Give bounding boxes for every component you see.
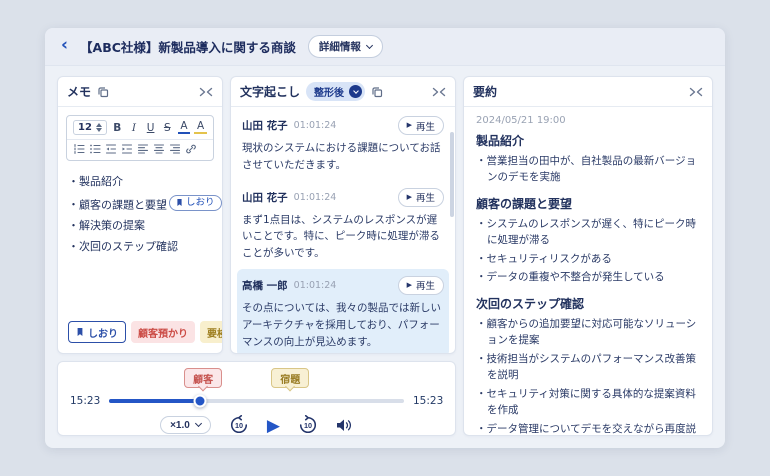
scrollbar[interactable] [450, 132, 454, 217]
copy-icon[interactable] [371, 86, 383, 98]
badge-chevron-circle [349, 85, 363, 98]
forward-10-button[interactable]: 10 [298, 415, 318, 435]
bullet-list-icon[interactable] [89, 143, 101, 155]
bookmark-chip[interactable]: しおり [169, 194, 222, 211]
summary-bullet: セキュリティリスクがある [476, 251, 700, 267]
chevron-down-icon [194, 419, 202, 428]
play-icon: ▶ [406, 122, 412, 129]
align-left-icon[interactable] [137, 143, 149, 155]
outdent-icon[interactable] [105, 143, 117, 155]
align-center-icon[interactable] [153, 143, 165, 155]
detail-info-button[interactable]: 詳細情報 [307, 35, 383, 58]
memo-item: 製品紹介 [68, 174, 212, 190]
chevron-down-icon [365, 41, 373, 49]
format-mode-badge[interactable]: 整形後 [306, 82, 366, 101]
collapse-panel-icon[interactable] [432, 87, 446, 97]
summary-bullet: システムのレスポンスが遅く、特にピーク時に処理が滞る [476, 216, 700, 249]
current-time: 15:23 [70, 395, 101, 407]
tag-customer-pending[interactable]: 顧客預かり [131, 321, 195, 343]
summary-bullet: データの重複や不整合が発生している [476, 269, 700, 285]
font-size-value: 12 [78, 122, 92, 133]
transcript-entry: 山田 花子 01:01:24 ▶ 再生 現状のシステムにおける課題についてお話させ… [237, 109, 449, 181]
transcript-entries: 山田 花子 01:01:24 ▶ 再生 現状のシステムにおける課題についてお話させ… [231, 107, 455, 353]
memo-item: 解決策の提案 [68, 218, 212, 234]
transcript-entry: 山田 花子 01:01:24 ▶ 再生 まず1点目は、システムのレスポンスが遅いこ… [237, 181, 449, 269]
summary-datetime: 2024/05/21 19:00 [476, 115, 566, 126]
memo-list: 製品紹介 顧客の課題と要望しおり 解決策の提案 次回のステップ確認 [58, 167, 222, 262]
copy-icon[interactable] [97, 86, 109, 98]
chevron-down-icon [352, 87, 359, 94]
memo-title: メモ [67, 85, 92, 99]
timeline-markers: 顧客 宿題 [116, 368, 397, 390]
play-segment-button[interactable]: ▶ 再生 [397, 116, 444, 135]
play-segment-button[interactable]: ▶ 再生 [397, 275, 444, 295]
link-icon[interactable] [185, 143, 197, 155]
player-controls: ×1.0 10 ▶ 10 [70, 415, 443, 435]
underline-button[interactable]: U [144, 122, 157, 134]
summary-panel: 要約 2024/05/21 19:00 製品紹介 営業担当の田中が、自社製品の最… [463, 76, 713, 436]
summary-bullet: 技術担当がシステムのパフォーマンス改善策を説明 [476, 351, 700, 384]
tag-needs-review[interactable]: 要検討 [200, 321, 222, 343]
play-button[interactable]: ▶ [267, 417, 280, 434]
svg-text:10: 10 [304, 421, 312, 430]
summary-bullet: 営業担当の田中が、自社製品の最新バージョンのデモを実施 [476, 153, 700, 186]
seek-progress [109, 399, 201, 403]
memo-panel: メモ 12 B I U S A A ・ 製品紹介 ・ 顧客の課題と要望 しおり … [57, 76, 223, 354]
collapse-panel-icon[interactable] [689, 87, 703, 97]
meeting-card: ‹ 【ABC社様】新製品導入に関する商談 詳細情報 メモ 12 B I U S … [45, 28, 725, 448]
page-title: 【ABC社様】新製品導入に関する商談 [80, 40, 296, 55]
marker-customer[interactable]: 顧客 [184, 368, 223, 388]
summary-section-heading: 製品紹介 [476, 134, 525, 148]
playback-speed-button[interactable]: ×1.0 [160, 416, 211, 434]
summary-body: 2024/05/21 19:00 製品紹介 営業担当の田中が、自社製品の最新バー… [464, 107, 712, 435]
total-time: 15:23 [413, 395, 444, 407]
marker-homework[interactable]: 宿題 [271, 368, 310, 388]
collapse-panel-icon[interactable] [199, 87, 213, 97]
summary-bullet: セキュリティ対策に関する具体的な提案資料を作成 [476, 386, 700, 419]
memo-item: 次回のステップ確認 [68, 239, 212, 255]
svg-text:10: 10 [235, 421, 243, 430]
rewind-10-button[interactable]: 10 [229, 415, 249, 435]
summary-bullet: データ管理についてデモを交えながら再度説明 [476, 421, 700, 435]
detail-info-label: 詳細情報 [318, 41, 361, 53]
spinner-arrows-icon [95, 123, 102, 132]
strikethrough-button[interactable]: S [161, 122, 174, 134]
font-size-select[interactable]: 12 [73, 120, 107, 135]
speaker-icon [336, 419, 351, 431]
volume-button[interactable] [336, 418, 353, 433]
align-right-icon[interactable] [169, 143, 181, 155]
play-icon: ▶ [406, 193, 412, 201]
memo-tags-row: しおり 顧客預かり 要検討 [58, 313, 222, 353]
back-button[interactable]: ‹ [61, 37, 68, 54]
card-header: ‹ 【ABC社様】新製品導入に関する商談 詳細情報 [45, 28, 725, 66]
transcript-title: 文字起こし [240, 85, 301, 99]
transcript-entry-highlighted: 高橋 一郎 01:01:24 ▶ 再生 その点については、我々の製品では新しいアー… [237, 268, 449, 353]
text-color-button[interactable]: A [177, 120, 191, 135]
summary-section-heading: 次回のステップ確認 [476, 296, 585, 311]
indent-icon[interactable] [121, 143, 133, 155]
tag-bookmark[interactable]: しおり [68, 321, 126, 343]
highlight-color-button[interactable]: A [194, 120, 207, 135]
numbered-list-icon[interactable] [73, 143, 85, 155]
memo-item: 顧客の課題と要望しおり [68, 194, 222, 213]
summary-title: 要約 [473, 85, 498, 99]
summary-bullet: 顧客からの追加要望に対応可能なソリューションを提案 [476, 316, 700, 349]
summary-section-heading: 顧客の課題と要望 [476, 196, 573, 211]
transcript-panel: 文字起こし 整形後 山田 花子 01:01:24 ▶ 再生 現状のシステムにおけ… [230, 76, 456, 354]
seek-slider[interactable] [109, 394, 404, 408]
play-segment-button[interactable]: ▶ 再生 [397, 187, 444, 207]
memo-editor-toolbar: 12 B I U S A A [66, 115, 214, 161]
seek-thumb[interactable] [193, 394, 207, 408]
audio-player-panel: 顧客 宿題 15:23 15:23 ×1.0 10 ▶ 10 [57, 361, 456, 436]
bookmark-icon [77, 328, 83, 336]
play-icon: ▶ [266, 415, 280, 435]
bold-button[interactable]: B [111, 122, 124, 134]
play-icon: ▶ [406, 281, 412, 289]
italic-button[interactable]: I [128, 122, 141, 134]
